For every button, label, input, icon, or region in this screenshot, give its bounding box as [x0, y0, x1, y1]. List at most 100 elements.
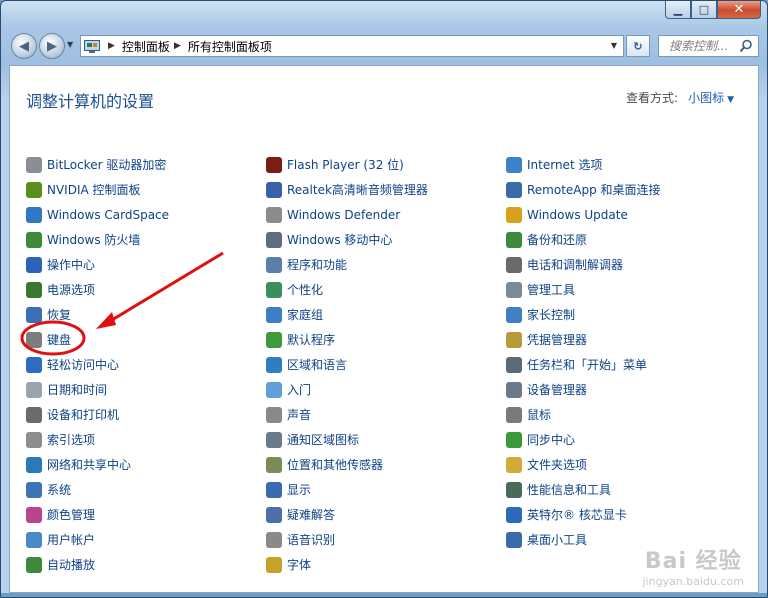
control-panel-item[interactable]: 同步中心	[506, 427, 661, 452]
control-panel-item[interactable]: Windows 防火墙	[26, 227, 169, 252]
control-panel-item-label[interactable]: Windows Defender	[287, 208, 400, 222]
control-panel-item[interactable]: 任务栏和「开始」菜单	[506, 352, 661, 377]
control-panel-item-label[interactable]: 声音	[287, 406, 311, 423]
control-panel-item-label[interactable]: 设备管理器	[527, 381, 587, 398]
address-bar[interactable]: ▶ 控制面板 ▶ 所有控制面板项 ▼	[80, 35, 624, 57]
control-panel-item[interactable]: 字体	[266, 552, 428, 577]
control-panel-item-label[interactable]: 自动播放	[47, 556, 95, 573]
control-panel-item-label[interactable]: 同步中心	[527, 431, 575, 448]
control-panel-item-label[interactable]: Windows Update	[527, 208, 628, 222]
control-panel-item[interactable]: 程序和功能	[266, 252, 428, 277]
control-panel-item-label[interactable]: BitLocker 驱动器加密	[47, 156, 166, 173]
control-panel-item-label[interactable]: RemoteApp 和桌面连接	[527, 181, 661, 198]
control-panel-item-label[interactable]: Windows 移动中心	[287, 231, 392, 248]
control-panel-item-label[interactable]: 轻松访问中心	[47, 356, 119, 373]
forward-button[interactable]: ▶	[39, 33, 65, 59]
control-panel-item[interactable]: Windows CardSpace	[26, 202, 169, 227]
control-panel-item[interactable]: Flash Player (32 位)	[266, 152, 428, 177]
control-panel-item-label[interactable]: Windows CardSpace	[47, 208, 169, 222]
control-panel-item[interactable]: RemoteApp 和桌面连接	[506, 177, 661, 202]
control-panel-item[interactable]: 索引选项	[26, 427, 169, 452]
control-panel-item[interactable]: 入门	[266, 377, 428, 402]
control-panel-item[interactable]: 恢复	[26, 302, 169, 327]
control-panel-item[interactable]: Windows Defender	[266, 202, 428, 227]
control-panel-item-label[interactable]: 键盘	[47, 331, 71, 348]
control-panel-item-label[interactable]: 操作中心	[47, 256, 95, 273]
control-panel-item-label[interactable]: 电源选项	[47, 281, 95, 298]
control-panel-item[interactable]: 系统	[26, 477, 169, 502]
control-panel-item[interactable]: 键盘	[26, 327, 169, 352]
control-panel-item-label[interactable]: 位置和其他传感器	[287, 456, 383, 473]
back-button[interactable]: ◀	[11, 33, 37, 59]
control-panel-item-label[interactable]: 用户帐户	[47, 531, 95, 548]
control-panel-item-label[interactable]: 任务栏和「开始」菜单	[527, 356, 647, 373]
control-panel-item-label[interactable]: 索引选项	[47, 431, 95, 448]
control-panel-item[interactable]: 文件夹选项	[506, 452, 661, 477]
control-panel-item[interactable]: 语音识别	[266, 527, 428, 552]
control-panel-item[interactable]: 家长控制	[506, 302, 661, 327]
control-panel-item[interactable]: 显示	[266, 477, 428, 502]
search-input[interactable]	[667, 38, 747, 54]
control-panel-item[interactable]: 疑难解答	[266, 502, 428, 527]
control-panel-item-label[interactable]: 默认程序	[287, 331, 335, 348]
minimize-button[interactable]: ▁	[665, 1, 691, 19]
refresh-button[interactable]: ↻	[626, 35, 650, 57]
control-panel-item-label[interactable]: Realtek高清晰音频管理器	[287, 181, 428, 198]
control-panel-item-label[interactable]: 英特尔® 核芯显卡	[527, 506, 627, 523]
control-panel-item[interactable]: Realtek高清晰音频管理器	[266, 177, 428, 202]
control-panel-item-label[interactable]: 文件夹选项	[527, 456, 587, 473]
control-panel-item[interactable]: 日期和时间	[26, 377, 169, 402]
control-panel-item[interactable]: 默认程序	[266, 327, 428, 352]
control-panel-item-label[interactable]: 语音识别	[287, 531, 335, 548]
control-panel-item[interactable]: 设备和打印机	[26, 402, 169, 427]
control-panel-item-label[interactable]: 恢复	[47, 306, 71, 323]
control-panel-item[interactable]: 颜色管理	[26, 502, 169, 527]
control-panel-item[interactable]: BitLocker 驱动器加密	[26, 152, 169, 177]
close-button[interactable]: ✕	[717, 1, 761, 19]
control-panel-item[interactable]: 设备管理器	[506, 377, 661, 402]
control-panel-item-label[interactable]: 入门	[287, 381, 311, 398]
address-dropdown-icon[interactable]: ▼	[611, 41, 617, 50]
search-box[interactable]	[658, 35, 759, 57]
control-panel-item[interactable]: Windows Update	[506, 202, 661, 227]
control-panel-item-label[interactable]: 系统	[47, 481, 71, 498]
control-panel-item[interactable]: 轻松访问中心	[26, 352, 169, 377]
search-icon[interactable]	[739, 39, 753, 53]
control-panel-item-label[interactable]: 桌面小工具	[527, 531, 587, 548]
control-panel-item-label[interactable]: 家长控制	[527, 306, 575, 323]
control-panel-item[interactable]: Windows 移动中心	[266, 227, 428, 252]
control-panel-item-label[interactable]: 显示	[287, 481, 311, 498]
view-by-value[interactable]: 小图标	[688, 91, 724, 105]
control-panel-item[interactable]: 操作中心	[26, 252, 169, 277]
control-panel-item[interactable]: 凭据管理器	[506, 327, 661, 352]
control-panel-item-label[interactable]: 颜色管理	[47, 506, 95, 523]
control-panel-item-label[interactable]: 电话和调制解调器	[527, 256, 623, 273]
control-panel-item-label[interactable]: 设备和打印机	[47, 406, 119, 423]
control-panel-item[interactable]: 英特尔® 核芯显卡	[506, 502, 661, 527]
control-panel-item[interactable]: 电话和调制解调器	[506, 252, 661, 277]
control-panel-item[interactable]: Internet 选项	[506, 152, 661, 177]
control-panel-item-label[interactable]: 备份和还原	[527, 231, 587, 248]
breadcrumb-control-panel[interactable]: 控制面板	[122, 38, 170, 55]
maximize-button[interactable]: □	[691, 1, 717, 19]
control-panel-item[interactable]: 管理工具	[506, 277, 661, 302]
control-panel-item[interactable]: 桌面小工具	[506, 527, 661, 552]
control-panel-item-label[interactable]: 疑难解答	[287, 506, 335, 523]
control-panel-item-label[interactable]: 区域和语言	[287, 356, 347, 373]
recent-pages-dropdown[interactable]: ▼	[67, 40, 73, 49]
control-panel-item[interactable]: 个性化	[266, 277, 428, 302]
control-panel-item[interactable]: 性能信息和工具	[506, 477, 661, 502]
control-panel-item[interactable]: 家庭组	[266, 302, 428, 327]
control-panel-item-label[interactable]: Windows 防火墙	[47, 231, 140, 248]
control-panel-item-label[interactable]: 程序和功能	[287, 256, 347, 273]
control-panel-item[interactable]: 鼠标	[506, 402, 661, 427]
control-panel-item[interactable]: 网络和共享中心	[26, 452, 169, 477]
control-panel-item-label[interactable]: 凭据管理器	[527, 331, 587, 348]
control-panel-item[interactable]: 位置和其他传感器	[266, 452, 428, 477]
control-panel-item-label[interactable]: Flash Player (32 位)	[287, 156, 404, 173]
control-panel-item-label[interactable]: Internet 选项	[527, 156, 602, 173]
control-panel-item-label[interactable]: 字体	[287, 556, 311, 573]
control-panel-item[interactable]: 区域和语言	[266, 352, 428, 377]
control-panel-item-label[interactable]: NVIDIA 控制面板	[47, 181, 141, 198]
control-panel-item-label[interactable]: 管理工具	[527, 281, 575, 298]
